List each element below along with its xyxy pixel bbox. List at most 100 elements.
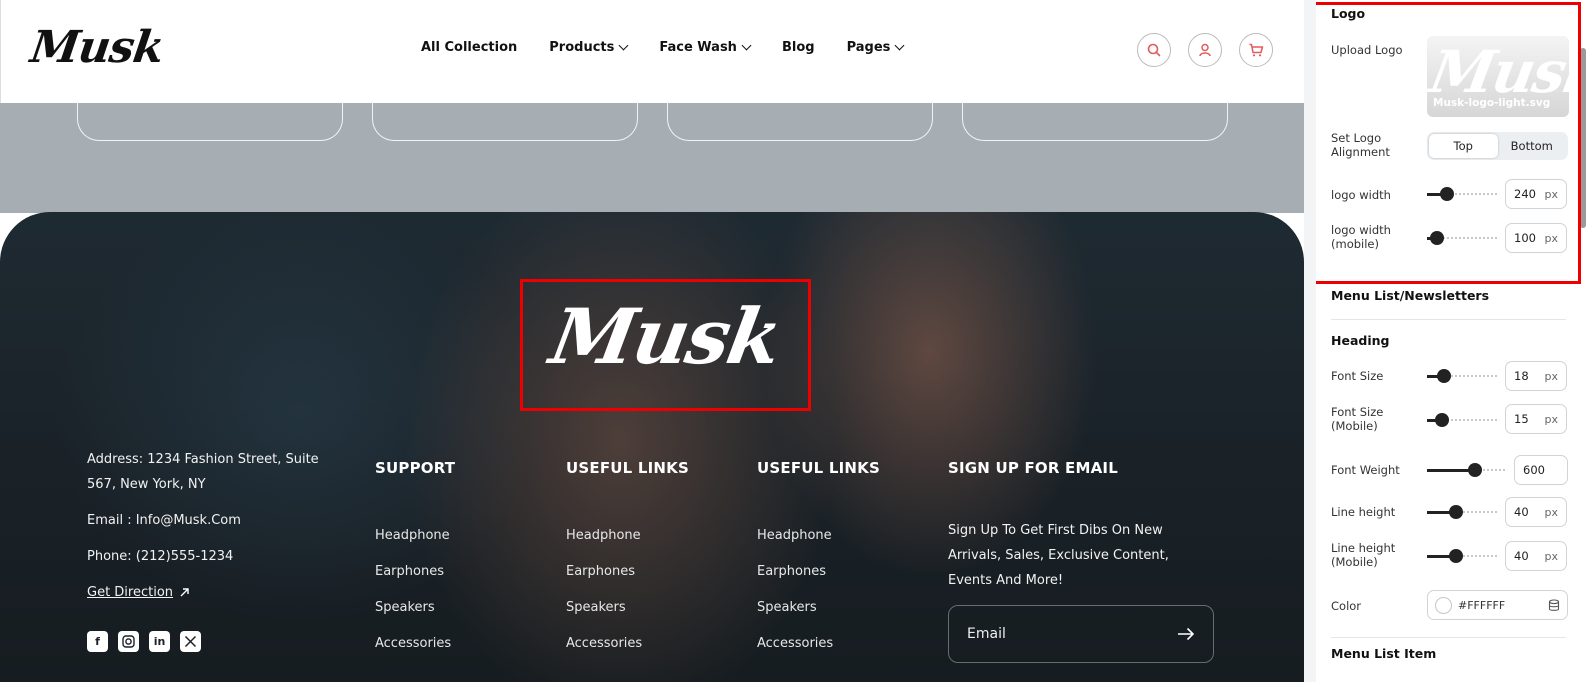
logo-width-slider[interactable] <box>1427 187 1499 201</box>
color-swatch[interactable] <box>1435 596 1452 614</box>
newsletter-email-field[interactable]: Email <box>948 605 1214 663</box>
nav-label: Products <box>549 40 615 55</box>
footer-signup: SIGN UP FOR EMAIL Sign Up To Get First D… <box>948 459 1208 593</box>
footer-link[interactable]: Earphones <box>566 554 689 590</box>
footer-column-support: SUPPORT Headphone Earphones Speakers Acc… <box>375 459 455 662</box>
footer-link[interactable]: Headphone <box>757 518 880 554</box>
input-value: 600 <box>1523 463 1545 477</box>
font-weight-input[interactable]: 600 <box>1514 455 1568 485</box>
input-value: 40 <box>1514 505 1529 519</box>
align-bottom-option[interactable]: Bottom <box>1498 134 1567 158</box>
footer-link[interactable]: Accessories <box>757 626 880 662</box>
line-height-mobile-slider[interactable] <box>1427 549 1499 563</box>
nav-pages[interactable]: Pages <box>846 40 905 55</box>
slider-knob[interactable] <box>1435 413 1449 427</box>
nav-label: Blog <box>781 40 815 55</box>
slider-knob[interactable] <box>1440 187 1454 201</box>
panel-divider <box>1304 0 1316 682</box>
site-header: Musk All Collection Products Face Wash B… <box>0 0 1304 103</box>
line-height-mobile-input[interactable]: 40 px <box>1505 541 1567 571</box>
get-direction-link[interactable]: Get Direction <box>87 580 190 605</box>
unit-label: px <box>1544 549 1559 563</box>
chevron-down-icon <box>741 40 752 51</box>
line-height-mobile-label: Line height (Mobile) <box>1331 541 1396 569</box>
user-icon <box>1199 43 1211 57</box>
store-preview: Musk All Collection Products Face Wash B… <box>0 0 1304 682</box>
unit-label: px <box>1544 187 1559 201</box>
settings-panel: Logo Upload Logo Musk Musk-logo-light.sv… <box>1316 0 1589 682</box>
facebook-icon[interactable]: f <box>87 631 108 652</box>
nav-label: All Collection <box>421 40 518 55</box>
main-nav: All Collection Products Face Wash Blog P… <box>421 40 905 55</box>
footer-email: Email : Info@Musk.Com <box>87 513 241 528</box>
arrow-right-icon[interactable] <box>1177 627 1195 641</box>
footer-link[interactable]: Earphones <box>375 554 455 590</box>
footer-logo[interactable]: Musk <box>515 292 816 381</box>
nav-all-collection[interactable]: All Collection <box>421 40 517 55</box>
font-size-mobile-slider[interactable] <box>1427 413 1499 427</box>
nav-label: Pages <box>846 40 891 55</box>
logo-width-mobile-slider[interactable] <box>1427 231 1499 245</box>
nav-face-wash[interactable]: Face Wash <box>659 40 752 55</box>
search-button[interactable] <box>1137 33 1171 67</box>
database-icon[interactable] <box>1548 598 1560 612</box>
footer-link[interactable]: Accessories <box>375 626 455 662</box>
footer-link[interactable]: Speakers <box>566 590 689 626</box>
logo-width-input[interactable]: 240 px <box>1505 179 1567 209</box>
logo-upload[interactable]: Musk Musk-logo-light.svg <box>1427 36 1569 117</box>
slider-knob[interactable] <box>1449 549 1463 563</box>
email-placeholder: Email <box>967 626 1006 642</box>
linkedin-icon[interactable]: in <box>149 631 170 652</box>
font-weight-label: Font Weight <box>1331 463 1400 477</box>
footer-logo-highlight: Musk <box>520 279 811 411</box>
site-footer: Musk Address: 1234 Fashion Street, Suite… <box>0 212 1304 682</box>
line-height-slider[interactable] <box>1427 505 1499 519</box>
slider-knob[interactable] <box>1437 369 1451 383</box>
footer-link[interactable]: Earphones <box>757 554 880 590</box>
section-divider <box>1331 319 1566 320</box>
color-value: #FFFFFF <box>1458 598 1506 612</box>
line-height-label: Line height <box>1331 505 1396 519</box>
font-size-mobile-input[interactable]: 15 px <box>1505 404 1567 434</box>
footer-link[interactable]: Accessories <box>566 626 689 662</box>
account-button[interactable] <box>1188 33 1222 67</box>
footer-link[interactable]: Speakers <box>757 590 880 626</box>
footer-column-heading: USEFUL LINKS <box>757 459 880 477</box>
footer-column-heading: SUPPORT <box>375 459 456 477</box>
header-actions <box>1137 33 1273 67</box>
search-icon <box>1147 43 1161 57</box>
font-size-input[interactable]: 18 px <box>1505 361 1567 391</box>
slider-knob[interactable] <box>1468 463 1482 477</box>
brand-logo[interactable]: Musk <box>27 22 166 73</box>
input-value: 40 <box>1514 549 1529 563</box>
color-picker[interactable]: #FFFFFF <box>1427 590 1568 620</box>
unit-label: px <box>1544 231 1559 245</box>
footer-link[interactable]: Speakers <box>375 590 455 626</box>
font-size-slider[interactable] <box>1427 369 1499 383</box>
slider-knob[interactable] <box>1449 505 1463 519</box>
logo-width-mobile-input[interactable]: 100 px <box>1505 223 1567 253</box>
nav-products[interactable]: Products <box>549 40 629 55</box>
footer-link[interactable]: Headphone <box>375 518 455 554</box>
x-icon[interactable] <box>180 631 201 652</box>
footer-address: Address: 1234 Fashion Street, Suite 567,… <box>87 452 319 492</box>
font-size-mobile-label: Font Size (Mobile) <box>1331 405 1384 433</box>
font-weight-slider[interactable] <box>1427 463 1507 477</box>
footer-column-heading: USEFUL LINKS <box>566 459 689 477</box>
line-height-input[interactable]: 40 px <box>1505 497 1567 527</box>
footer-link[interactable]: Headphone <box>566 518 689 554</box>
instagram-icon[interactable] <box>118 631 139 652</box>
cart-button[interactable] <box>1239 33 1273 67</box>
logo-width-mobile-label: logo width (mobile) <box>1331 223 1391 251</box>
chevron-down-icon <box>618 40 629 51</box>
menu-section-title[interactable]: Menu List/Newsletters <box>1331 288 1489 303</box>
align-top-option[interactable]: Top <box>1429 134 1498 158</box>
nav-blog[interactable]: Blog <box>782 40 815 55</box>
unit-label: px <box>1544 412 1559 426</box>
footer-column-useful-links-2: USEFUL LINKS Headphone Earphones Speaker… <box>757 459 880 662</box>
upload-logo-label: Upload Logo <box>1331 43 1403 57</box>
get-direction-label: Get Direction <box>87 585 174 600</box>
slider-knob[interactable] <box>1430 231 1444 245</box>
logo-alignment-toggle: Top Bottom <box>1427 132 1568 160</box>
input-value: 18 <box>1514 369 1529 383</box>
